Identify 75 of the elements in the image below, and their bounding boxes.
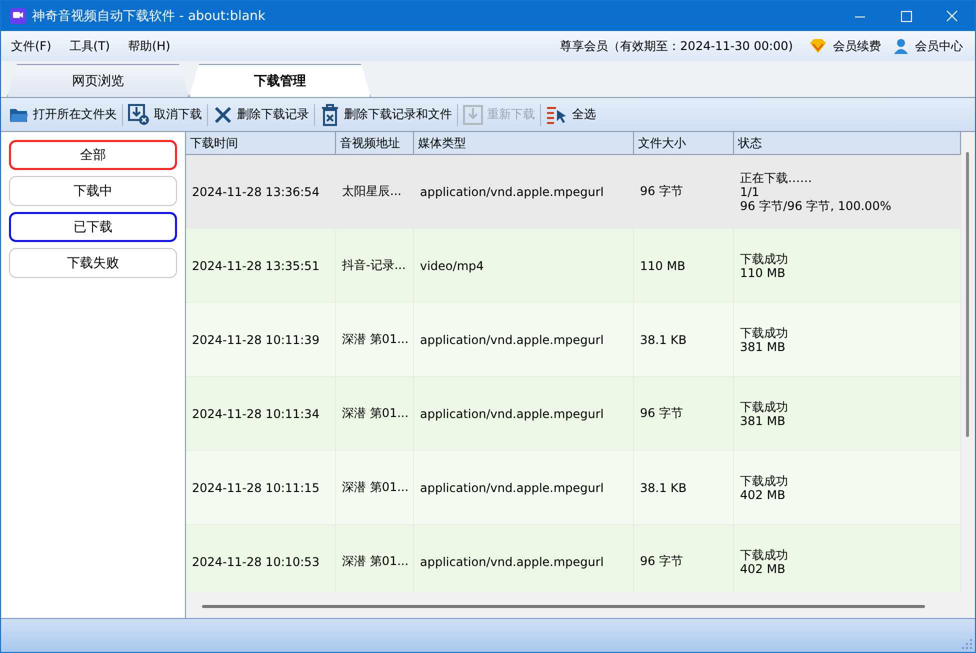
table-cell: application/vnd.apple.mpegurl	[420, 184, 604, 198]
download-cancel-icon	[128, 104, 150, 126]
table-cell: application/vnd.apple.mpegurl	[420, 480, 604, 494]
filter-button[interactable]: 下载中	[9, 176, 177, 206]
download-icon	[463, 104, 483, 124]
member-center-link[interactable]: 会员中心	[915, 38, 963, 54]
table-cell: application/vnd.apple.mpegurl	[420, 406, 604, 420]
status-text: 下载成功	[740, 400, 788, 414]
table-row[interactable]: 2024-11-28 10:11:39 深潜 第01... application/vnd.apple.mpegurl 38.1 KB 下载成功 381 MB	[186, 303, 961, 377]
table-cell: 深潜 第01...	[342, 405, 409, 422]
filter-button[interactable]: 已下载	[9, 212, 177, 242]
status-text: 402 MB	[740, 562, 786, 576]
filter-button[interactable]: 全部	[9, 140, 177, 170]
window-title: 神奇音视频自动下载软件 - about:blank	[32, 8, 266, 25]
status-text: 下载成功	[740, 252, 788, 266]
horizontal-scrollbar[interactable]	[202, 605, 925, 608]
membership-text: 尊享会员（有效期至：2024-11-30 00:00)	[560, 38, 793, 54]
table-cell: 96 字节	[640, 183, 684, 200]
table-cell: 深潜 第01...	[342, 553, 409, 570]
table-cell: 2024-11-28 13:35:51	[192, 258, 320, 272]
tab[interactable]: 网页浏览	[7, 64, 189, 97]
delete-icon	[213, 104, 233, 124]
table-row[interactable]: 2024-11-28 10:10:53 深潜 第01... application/vnd.apple.mpegurl 96 字节 下载成功 402 MB	[186, 525, 961, 592]
table-cell: 2024-11-28 10:11:39	[192, 332, 320, 346]
user-icon[interactable]	[893, 38, 909, 54]
select-cursor-icon	[546, 104, 568, 124]
filter-button[interactable]: 下载失败	[9, 248, 177, 278]
status-text: 下载成功	[740, 548, 788, 562]
status-text: 381 MB	[740, 414, 786, 428]
status-text: 1/1	[740, 184, 760, 198]
tab[interactable]: 下载管理	[189, 64, 371, 97]
table-row[interactable]: 2024-11-28 13:36:54 太阳星辰... application/vnd.apple.mpegurl 96 字节 正在下载…… 1/1 96 字节/96 字节, 100.00%	[186, 155, 961, 229]
status-text: 正在下载……	[740, 170, 812, 184]
menu-item[interactable]: 工具(T)	[69, 38, 110, 54]
table-row[interactable]: 2024-11-28 13:35:51 抖音-记录... video/mp4 110 MB 下载成功 110 MB	[186, 229, 961, 303]
renew-link[interactable]: 会员续费	[833, 38, 881, 54]
diamond-icon[interactable]	[809, 38, 827, 54]
table-cell: 太阳星辰...	[342, 183, 402, 200]
trash-icon	[320, 104, 340, 126]
status-text: 下载成功	[740, 326, 788, 340]
table-cell: 2024-11-28 10:11:15	[192, 480, 320, 494]
column-header[interactable]: 媒体类型	[414, 132, 634, 154]
table-row[interactable]: 2024-11-28 10:11:34 深潜 第01... application/vnd.apple.mpegurl 96 字节 下载成功 381 MB	[186, 377, 961, 451]
table-row[interactable]: 2024-11-28 10:11:15 深潜 第01... application/vnd.apple.mpegurl 38.1 KB 下载成功 402 MB	[186, 451, 961, 525]
table-cell: 深潜 第01...	[342, 479, 409, 496]
table-cell: application/vnd.apple.mpegurl	[420, 332, 604, 346]
column-header[interactable]: 文件大小	[634, 132, 734, 154]
table-cell: video/mp4	[420, 258, 484, 272]
status-text: 381 MB	[740, 340, 786, 354]
status-text: 110 MB	[740, 266, 786, 280]
table-cell: 96 字节	[640, 553, 684, 570]
table-cell: 深潜 第01...	[342, 331, 409, 348]
toolbar-button[interactable]: 打开所在文件夹	[7, 100, 119, 128]
table-cell: 110 MB	[640, 258, 686, 272]
table-cell: 38.1 KB	[640, 332, 687, 346]
table-cell: 2024-11-28 10:10:53	[192, 554, 320, 568]
toolbar-button[interactable]: 删除下载记录和文件	[318, 100, 454, 128]
column-header[interactable]: 下载时间	[186, 132, 336, 154]
table-cell: 38.1 KB	[640, 480, 687, 494]
table-cell: 抖音-记录...	[342, 257, 406, 274]
menu-item[interactable]: 文件(F)	[11, 38, 52, 54]
toolbar-button[interactable]: 取消下载	[126, 100, 204, 128]
status-text: 下载成功	[740, 474, 788, 488]
toolbar-button[interactable]: 删除下载记录	[211, 100, 311, 128]
toolbar-button[interactable]: 全选	[544, 100, 598, 128]
status-text: 96 字节/96 字节, 100.00%	[740, 198, 892, 212]
table-cell: application/vnd.apple.mpegurl	[420, 554, 604, 568]
table-cell: 2024-11-28 13:36:54	[192, 184, 320, 198]
table-cell: 96 字节	[640, 405, 684, 422]
status-text: 402 MB	[740, 488, 786, 502]
resize-grip-icon[interactable]	[962, 639, 972, 649]
table-cell: 2024-11-28 10:11:34	[192, 406, 320, 420]
column-header[interactable]: 音视频地址	[336, 132, 414, 154]
app-icon	[10, 8, 26, 24]
menu-item[interactable]: 帮助(H)	[128, 38, 170, 54]
